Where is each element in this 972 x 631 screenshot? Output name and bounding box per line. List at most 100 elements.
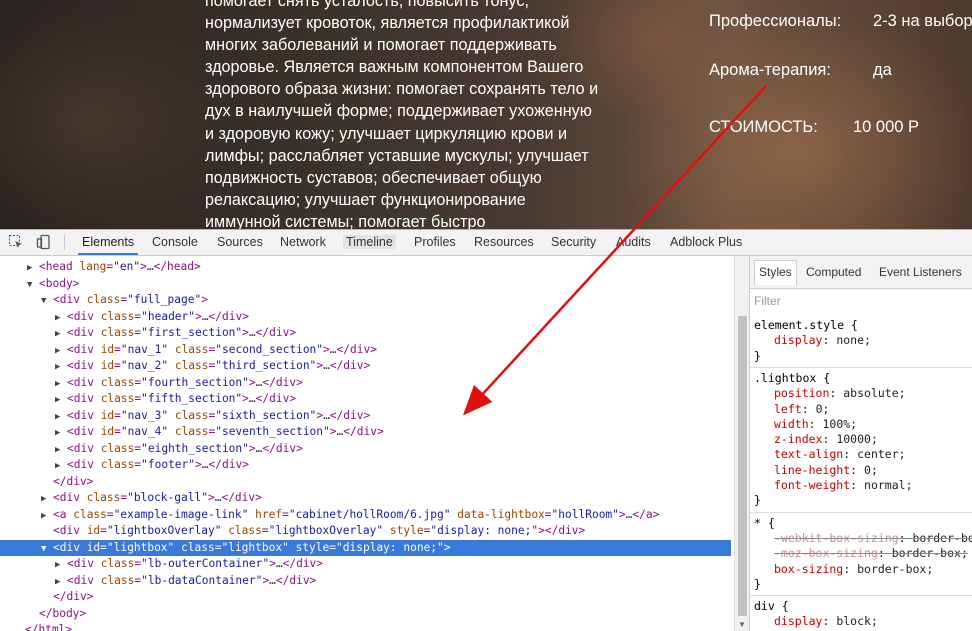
styles-filter-input[interactable]: Filter — [754, 294, 781, 308]
service-description: помогает снять усталость, повысить тонус… — [205, 0, 600, 229]
expand-triangle-icon[interactable]: ▶ — [55, 458, 67, 474]
dom-node[interactable]: ▶ <div class="fourth_section">…</div> — [0, 375, 731, 391]
expand-triangle-icon[interactable]: ▶ — [55, 359, 67, 375]
style-declaration[interactable]: display: block; — [774, 614, 878, 629]
dom-node[interactable]: </div> — [0, 474, 731, 490]
tag-text: <div — [67, 359, 101, 372]
attr-value: "en" — [113, 260, 141, 273]
css-property-value: 100%; — [822, 416, 858, 431]
dom-node[interactable]: ▶ <div class="eighth_section">…</div> — [0, 441, 731, 457]
tab-event-listeners[interactable]: Event Listeners — [879, 265, 962, 279]
collapse-triangle-icon[interactable]: ▼ — [41, 293, 53, 309]
tag-text: = — [106, 507, 114, 521]
tab-resources[interactable]: Resources — [474, 235, 534, 249]
tab-network[interactable]: Network — [280, 235, 326, 249]
style-declaration[interactable]: line-height: 0; — [774, 463, 878, 478]
tab-elements[interactable]: Elements — [77, 235, 139, 255]
collapse-triangle-icon[interactable]: ▼ — [41, 541, 53, 557]
style-declaration[interactable]: box-sizing: border-box; — [774, 562, 933, 577]
dom-node[interactable]: ▶ <div id="nav_1" class="second_section">… — [0, 342, 731, 358]
expand-triangle-icon[interactable]: ▶ — [55, 310, 67, 326]
dom-node-selected[interactable]: ... ▼ <div id="lightbox" class="lightbox" … — [0, 539, 731, 565]
style-declaration[interactable]: z-index: 10000; — [774, 432, 878, 447]
expand-triangle-icon[interactable]: ▶ — [55, 442, 67, 458]
dom-node[interactable]: ▶ <div class="block-gall">…</div> — [0, 490, 731, 506]
dom-node[interactable]: <div id="lightboxOverlay" class="lightbo… — [0, 523, 731, 539]
dom-node[interactable]: ▼ <div class="full_page"> — [0, 292, 731, 308]
tab-audits[interactable]: Audits — [616, 235, 651, 249]
tag-text: </div> — [329, 408, 371, 422]
scrollbar-thumb[interactable] — [738, 316, 747, 616]
tag-text: > — [329, 425, 337, 438]
dom-tree-scrollbar[interactable]: ▼ — [734, 256, 749, 631]
style-selector: } — [754, 493, 761, 508]
tab-styles[interactable]: Styles — [754, 260, 797, 285]
device-mode-icon[interactable] — [36, 234, 52, 250]
description-line: помогает снять усталость, повысить тонус… — [205, 0, 529, 10]
dom-node[interactable]: ▶ <div id="nav_2" class="third_section">…… — [0, 358, 731, 374]
css-property-value: 0; — [864, 462, 878, 477]
expand-triangle-icon[interactable]: ▶ — [55, 376, 67, 392]
tab-timeline[interactable]: Timeline — [343, 235, 396, 249]
dom-node[interactable]: ▶ <div id="nav_3" class="sixth_section">…… — [0, 408, 731, 424]
dom-node[interactable]: ▶ <div id="nav_4" class="seventh_section"… — [0, 424, 731, 440]
inspect-icon[interactable] — [8, 234, 24, 250]
expand-triangle-icon[interactable]: ▶ — [41, 491, 53, 507]
website-viewport: помогает снять усталость, повысить тонус… — [0, 0, 972, 229]
style-declaration[interactable]: width: 100%; — [774, 417, 857, 432]
css-property-name: line-height — [774, 462, 851, 477]
dom-node[interactable]: ▼ <body> — [0, 276, 731, 292]
dom-node[interactable]: ▶ <div class="lb-dataContainer">…</div> — [0, 573, 731, 589]
tab-console[interactable]: Console — [152, 235, 198, 249]
colon: : — [843, 561, 858, 576]
dom-node[interactable]: ▶ <div class="fifth_section">…</div> — [0, 391, 731, 407]
style-declaration[interactable]: left: 0; — [774, 402, 829, 417]
css-property-name: position — [774, 386, 830, 401]
dom-node[interactable]: </body> — [0, 606, 731, 622]
dom-tree: ▶ <head lang="en">…</head> ▼ <body> ▼ <div cl… — [0, 256, 734, 631]
style-declaration[interactable]: position: absolute; — [774, 386, 906, 401]
expand-triangle-icon[interactable]: ▶ — [55, 343, 67, 359]
spec-label: СТОИМОСТЬ: — [709, 118, 818, 136]
attr-name: class — [174, 359, 209, 372]
style-declaration[interactable]: font-weight: normal; — [774, 478, 913, 493]
attr-name: lang — [79, 260, 107, 273]
style-declaration[interactable]: -webkit-box-sizing: border-box; — [774, 531, 972, 546]
expand-triangle-icon[interactable]: ▶ — [55, 326, 67, 342]
expand-triangle-icon[interactable]: ▶ — [55, 409, 67, 425]
style-declaration[interactable]: text-align: center; — [774, 447, 906, 462]
expand-triangle-icon[interactable]: ▶ — [55, 392, 67, 408]
scroll-down-icon[interactable]: ▼ — [738, 620, 746, 629]
expand-triangle-icon[interactable]: ▶ — [27, 260, 39, 276]
collapse-triangle-icon[interactable]: ▼ — [27, 277, 39, 293]
description-line: и здоровую кожу; улучшает циркуляцию кро… — [205, 124, 568, 143]
tab-sources[interactable]: Sources — [217, 235, 263, 249]
tag-text: = — [114, 408, 121, 422]
colon: : — [877, 546, 892, 561]
expand-triangle-icon[interactable]: ▶ — [55, 425, 67, 441]
expand-triangle-icon[interactable]: ▶ — [55, 574, 67, 590]
dom-node[interactable]: ▶ <div class="lb-outerContainer">…</div> — [0, 556, 731, 572]
tab-profiles[interactable]: Profiles — [414, 235, 456, 249]
dom-node[interactable]: ▶ <div class="first_section">…</div> — [0, 325, 731, 341]
style-declaration[interactable]: -moz-box-sizing: border-box; — [774, 546, 968, 561]
style-declaration[interactable]: display: none; — [774, 333, 871, 348]
attr-name: style — [389, 524, 424, 537]
tab-adblock-plus[interactable]: Adblock Plus — [670, 235, 742, 249]
tab-security[interactable]: Security — [551, 235, 596, 249]
expand-triangle-icon[interactable]: ▶ — [55, 557, 67, 573]
attr-value: "nav_4" — [120, 425, 169, 438]
css-property-name: display — [774, 333, 823, 348]
dom-node[interactable]: ▶ <a class="example-image-link" href="cab… — [0, 507, 731, 523]
tag-text: <div — [67, 557, 101, 570]
dom-node[interactable]: ▶ <div class="footer">…</div> — [0, 457, 731, 473]
attr-name: class — [86, 491, 121, 504]
tag-text: ></div> — [538, 524, 586, 537]
tab-computed[interactable]: Computed — [806, 265, 861, 279]
dom-node[interactable]: ▶ <div class="header">…</div> — [0, 309, 731, 325]
attr-value: "full_page" — [127, 293, 202, 306]
dom-node[interactable]: ▶ <head lang="en">…</head> — [0, 259, 731, 275]
attr-value: "lightbox" — [221, 540, 289, 554]
dom-node[interactable]: </div> — [0, 589, 731, 605]
expand-triangle-icon[interactable]: ▶ — [41, 508, 53, 524]
